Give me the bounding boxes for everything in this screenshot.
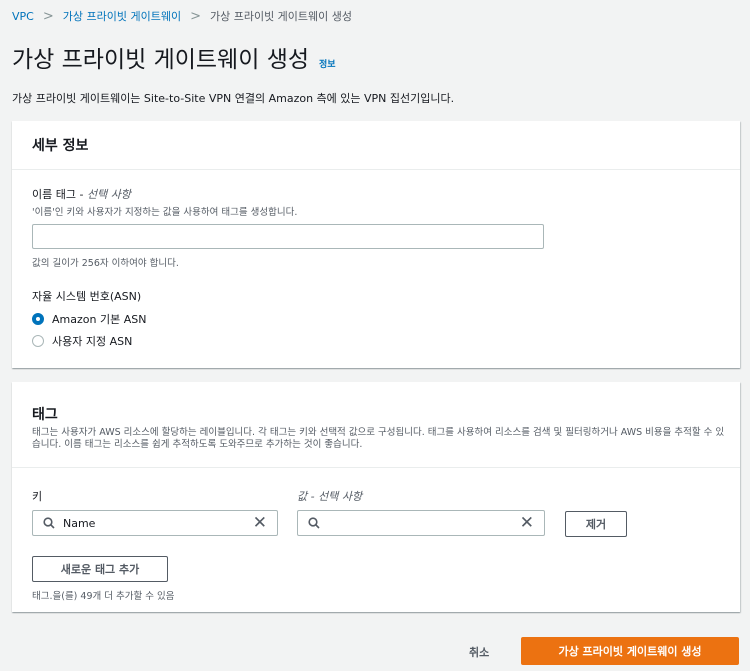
radio-unchecked-icon[interactable] [32,335,44,347]
asn-label: 자율 시스템 번호(ASN) [32,290,142,303]
tags-panel-header: 태그 태그는 사용자가 AWS 리소스에 할당하는 레이블입니다. 각 태그는 … [12,382,740,468]
tag-value-input[interactable]: ✕ [297,510,545,536]
close-icon[interactable]: ✕ [253,514,267,532]
name-tag-label: 이름 태그 - 선택 사항 [32,186,131,202]
tag-key-label: 키 [32,490,43,503]
details-panel: 세부 정보 이름 태그 - 선택 사항 '이름'인 키와 사용자가 지정하는 값… [12,121,740,368]
cancel-button[interactable]: 취소 [469,644,489,660]
name-tag-description: '이름'인 키와 사용자가 지정하는 값을 사용하여 태그를 생성합니다. [32,207,298,218]
name-tag-constraint: 값의 길이가 256자 이하여야 합니다. [32,258,179,269]
add-tag-button[interactable]: 새로운 태그 추가 [32,556,168,582]
name-tag-label-text: 이름 태그 - [32,188,87,201]
chevron-right-icon: > [190,8,201,24]
remove-tag-button[interactable]: 제거 [565,511,627,537]
chevron-right-icon: > [42,8,54,24]
page-header: 가상 프라이빗 게이트웨이 생성 정보 [12,40,336,74]
details-panel-title: 세부 정보 [32,138,89,154]
details-panel-header: 세부 정보 [12,121,740,170]
name-tag-input[interactable] [32,224,544,249]
breadcrumb-current: 가상 프라이빗 게이트웨이 생성 [209,10,353,23]
page-title: 가상 프라이빗 게이트웨이 생성 [12,47,310,73]
create-vgw-button[interactable]: 가상 프라이빗 게이트웨이 생성 [521,637,739,665]
breadcrumb: VPC > 가상 프라이빗 게이트웨이 > 가상 프라이빗 게이트웨이 생성 [12,8,352,24]
tag-value-optional: 선택 사항 [318,490,363,503]
search-icon [43,517,55,529]
tag-value-label: 값 - 선택 사항 [297,488,362,504]
name-tag-optional: 선택 사항 [86,188,131,201]
radio-checked-icon[interactable] [32,313,44,325]
asn-option-custom[interactable]: 사용자 지정 ASN [32,333,132,349]
asn-option-amazon-label: Amazon 기본 ASN [52,313,147,326]
search-icon [308,517,320,529]
tags-panel: 태그 태그는 사용자가 AWS 리소스에 할당하는 레이블입니다. 각 태그는 … [12,382,740,612]
tag-key-input[interactable]: Name ✕ [32,510,278,536]
breadcrumb-vpc-link[interactable]: VPC [12,10,34,23]
page-description: 가상 프라이빗 게이트웨이는 Site-to-Site VPN 연결의 Amaz… [12,92,455,105]
asn-option-custom-label: 사용자 지정 ASN [52,335,133,348]
tags-panel-title: 태그 [32,407,58,423]
breadcrumb-vgw-link[interactable]: 가상 프라이빗 게이트웨이 [63,8,181,24]
tags-description: 태그는 사용자가 AWS 리소스에 할당하는 레이블입니다. 각 태그는 키와 … [32,427,725,450]
tag-value-label-text: 값 - [297,490,319,503]
tag-key-value: Name [63,516,96,530]
close-icon[interactable]: ✕ [520,514,534,532]
tag-limit-text: 태그.을(를) 49개 더 추가할 수 있음 [32,591,175,602]
asn-option-amazon[interactable]: Amazon 기본 ASN [32,311,146,327]
info-link[interactable]: 정보 [319,57,336,70]
